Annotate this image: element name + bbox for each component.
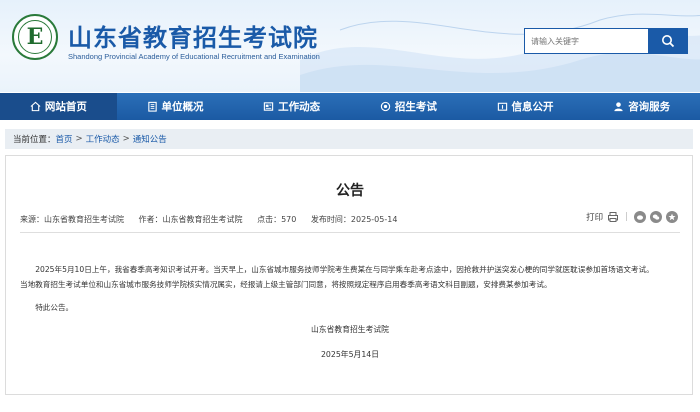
body-paragraph-1-line-1: 2025年5月10日上午，我省春季高考知识考试开考。当天早上，山东省城市服务技师… (35, 265, 654, 274)
breadcrumb-news[interactable]: 工作动态 (86, 133, 120, 145)
print-icon[interactable] (607, 211, 619, 223)
search-input[interactable] (524, 28, 648, 54)
article-published: 发布时间：2025-05-14 (310, 215, 398, 224)
search-icon (662, 35, 675, 48)
weibo-glyph-icon (637, 215, 643, 220)
article-source: 来源：山东省教育招生考试院 (20, 215, 124, 224)
breadcrumb-prefix: 当前位置： (13, 135, 56, 145)
home-icon (30, 101, 41, 112)
site-logo[interactable]: E (12, 14, 58, 60)
breadcrumb-separator: > (122, 134, 130, 144)
nav-item-home[interactable]: 网站首页 (0, 93, 117, 120)
article-date: 2025年5月14日 (320, 350, 380, 359)
exam-icon (380, 101, 391, 112)
nav-label-service: 咨询服务 (628, 101, 671, 113)
article-signature: 山东省教育招生考试院 (311, 325, 389, 334)
article-author: 作者：山东省教育招生考试院 (138, 215, 243, 224)
breadcrumb-notices[interactable]: 通知公告 (133, 133, 167, 145)
search-box (524, 28, 688, 54)
article-body: 2025年5月10日上午，我省春季高考知识考试开考。当天早上，山东省城市服务技师… (20, 262, 684, 315)
nav-label-news: 工作动态 (278, 101, 321, 113)
star-glyph-icon (668, 213, 676, 221)
article-panel: 公告 来源：山东省教育招生考试院 作者：山东省教育招生考试院 点击：570 发布… (5, 155, 693, 395)
nav-label-info: 信息公开 (511, 101, 554, 113)
site-header: E 山东省教育招生考试院 Shandong Provincial Academy… (0, 0, 700, 92)
article-tools: 打印 | (586, 211, 678, 223)
logo-ring: E (18, 20, 52, 54)
wechat-glyph-icon (652, 214, 660, 220)
share-wechat-icon[interactable] (650, 211, 662, 223)
nav-item-about[interactable]: 单位概况 (117, 93, 234, 120)
search-button[interactable] (648, 28, 688, 54)
nav-item-exam[interactable]: 招生考试 (350, 93, 467, 120)
nav-item-service[interactable]: 咨询服务 (583, 93, 700, 120)
nav-item-info[interactable]: 信息公开 (467, 93, 584, 120)
main-nav: 网站首页 单位概况 工作动态 招生考试 信息公开 咨询服务 (0, 93, 700, 120)
nav-label-exam: 招生考试 (394, 101, 437, 113)
share-weibo-icon[interactable] (634, 211, 646, 223)
breadcrumb: 当前位置： 首页 > 工作动态 > 通知公告 (5, 129, 693, 149)
article-meta: 来源：山东省教育招生考试院 作者：山东省教育招生考试院 点击：570 发布时间：… (20, 214, 409, 225)
nav-label-home: 网站首页 (44, 101, 87, 113)
user-service-icon (614, 102, 623, 112)
site-subtitle: Shandong Provincial Academy of Education… (68, 52, 320, 61)
body-paragraph-1-line-2: 当地教育招生考试单位和山东省城市服务技师学院核实情况属实，经报请上级主管部门同意… (20, 280, 552, 289)
tool-divider: | (625, 212, 628, 222)
body-paragraph-2: 特此公告。 (35, 303, 74, 312)
favorite-star-icon[interactable] (666, 211, 678, 223)
news-icon (263, 102, 274, 111)
article-title: 公告 (336, 183, 364, 199)
print-label[interactable]: 打印 (586, 211, 603, 223)
breadcrumb-home[interactable]: 首页 (56, 133, 73, 145)
nav-label-about: 单位概况 (161, 101, 204, 113)
body-paragraph-1: 2025年5月10日上午，我省春季高考知识考试开考。当天早上，山东省城市服务技师… (20, 262, 684, 277)
site-title: 山东省教育招生考试院 (68, 24, 318, 52)
meta-divider (20, 232, 680, 233)
article-clicks: 点击：570 (257, 215, 297, 224)
breadcrumb-separator: > (75, 134, 83, 144)
nav-item-news[interactable]: 工作动态 (233, 93, 350, 120)
info-icon (497, 102, 507, 111)
building-icon (147, 101, 157, 112)
logo-letter: E (26, 24, 44, 50)
